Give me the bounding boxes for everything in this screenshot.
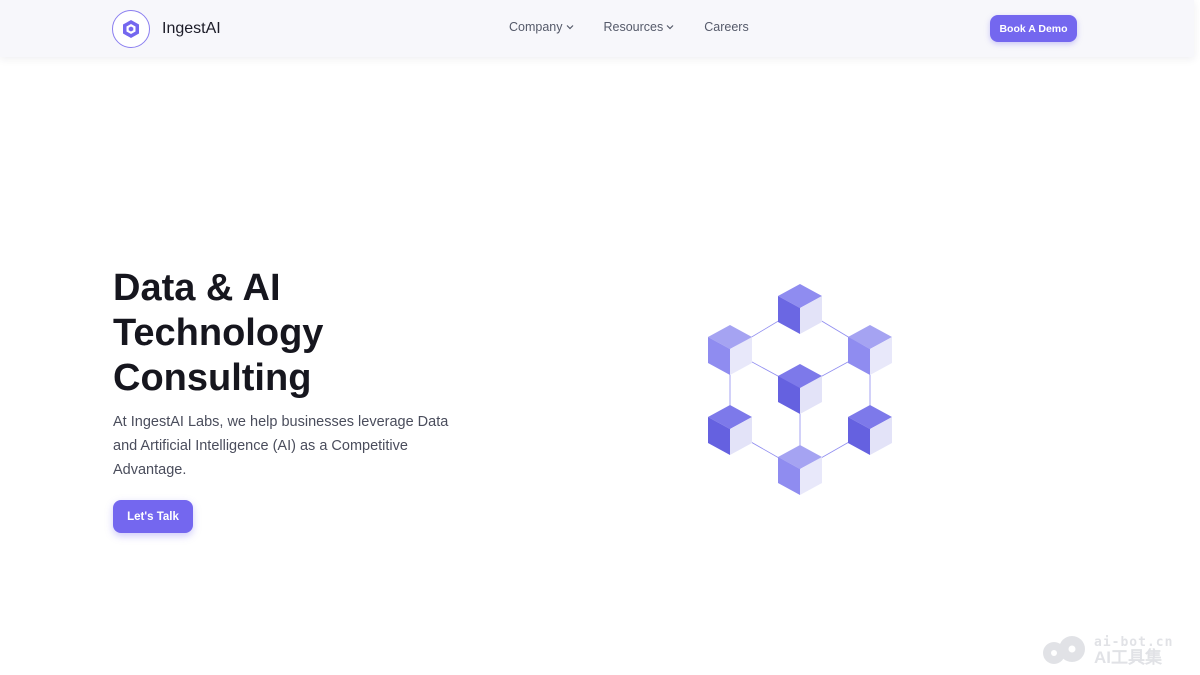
page: IngestAI Company Resources Careers Book … (0, 0, 1200, 675)
watermark-text: ai-bot.cn AI工具集 (1094, 635, 1173, 667)
chevron-down-icon (666, 25, 674, 30)
nav-item-careers[interactable]: Careers (704, 20, 748, 34)
chevron-down-icon (566, 25, 573, 30)
cube-icon (778, 445, 822, 495)
hexagon-logo-icon (112, 10, 150, 48)
cube-icon (848, 325, 892, 375)
main-nav: Company Resources Careers (509, 20, 779, 34)
cube-icon (778, 284, 822, 334)
hero-title-line: Technology (113, 312, 324, 354)
brand-logo[interactable]: IngestAI (112, 10, 221, 48)
cube-icon (848, 405, 892, 455)
isometric-cube-network-illustration (708, 284, 892, 495)
book-demo-button[interactable]: Book A Demo (990, 15, 1077, 42)
nav-item-label: Careers (704, 20, 749, 34)
robot-logo-icon (1043, 636, 1085, 664)
hero-title-line: Consulting (113, 357, 312, 399)
lets-talk-button[interactable]: Let's Talk (113, 500, 193, 533)
hero-title: Data & AI Technology Consulting (113, 266, 443, 401)
cube-icon (778, 364, 822, 414)
hero-title-line: Data & AI (113, 267, 281, 309)
site-header: IngestAI Company Resources Careers Book … (0, 0, 1194, 57)
nav-item-company[interactable]: Company (509, 20, 574, 34)
watermark-name: AI工具集 (1094, 648, 1162, 667)
watermark: ai-bot.cn AI工具集 (1040, 630, 1192, 670)
nav-item-label: Resources (603, 20, 664, 34)
nav-item-label: Company (509, 20, 563, 34)
cube-icon (708, 325, 752, 375)
nav-item-resources[interactable]: Resources (604, 20, 675, 34)
hero-subtitle: At IngestAI Labs, we help businesses lev… (113, 414, 449, 478)
cube-icon (708, 405, 752, 455)
brand-name: IngestAI (162, 20, 221, 37)
